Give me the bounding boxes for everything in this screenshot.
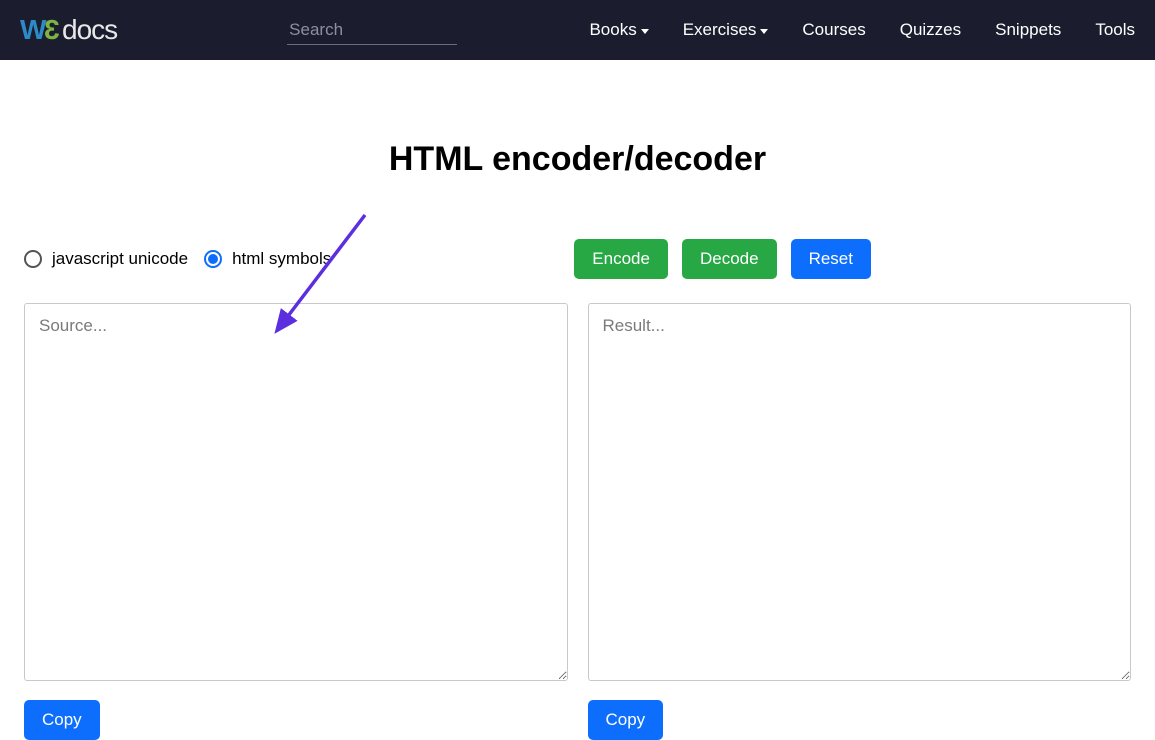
nav-quizzes-label: Quizzes xyxy=(900,20,961,40)
source-textarea[interactable] xyxy=(24,303,568,681)
nav-exercises[interactable]: Exercises xyxy=(683,20,769,40)
action-buttons: Encode Decode Reset xyxy=(574,239,871,279)
result-textarea[interactable] xyxy=(588,303,1132,681)
page-title: HTML encoder/decoder xyxy=(24,140,1131,179)
radio-icon xyxy=(204,250,222,268)
nav-courses[interactable]: Courses xyxy=(802,20,865,40)
radio-html-symbols[interactable]: html symbols xyxy=(204,249,331,269)
navbar: W 3 docs Books Exercises Courses Quizzes… xyxy=(0,0,1155,60)
logo[interactable]: W 3 docs xyxy=(20,14,117,46)
nav-books[interactable]: Books xyxy=(589,20,648,40)
logo-three: 3 xyxy=(45,14,60,46)
radio-dot-icon xyxy=(208,254,218,264)
nav-exercises-label: Exercises xyxy=(683,20,757,40)
radio-group-mode: javascript unicode html symbols xyxy=(24,249,331,269)
nav-snippets-label: Snippets xyxy=(995,20,1061,40)
nav-courses-label: Courses xyxy=(802,20,865,40)
result-pane: Copy xyxy=(588,303,1132,740)
radio-js-unicode[interactable]: javascript unicode xyxy=(24,249,188,269)
copy-result-button[interactable]: Copy xyxy=(588,700,664,740)
nav-links: Books Exercises Courses Quizzes Snippets… xyxy=(589,20,1135,40)
nav-tools[interactable]: Tools xyxy=(1095,20,1135,40)
radio-icon xyxy=(24,250,42,268)
nav-quizzes[interactable]: Quizzes xyxy=(900,20,961,40)
search-wrap xyxy=(287,16,457,45)
chevron-down-icon xyxy=(641,29,649,34)
chevron-down-icon xyxy=(760,29,768,34)
search-input[interactable] xyxy=(287,16,457,45)
radio-html-symbols-label: html symbols xyxy=(232,249,331,269)
nav-books-label: Books xyxy=(589,20,636,40)
decode-button[interactable]: Decode xyxy=(682,239,777,279)
source-pane: Copy xyxy=(24,303,568,740)
reset-button[interactable]: Reset xyxy=(791,239,871,279)
copy-source-button[interactable]: Copy xyxy=(24,700,100,740)
controls-row: javascript unicode html symbols Encode D… xyxy=(24,239,1131,279)
panes: Copy Copy xyxy=(24,303,1131,740)
logo-w: W xyxy=(20,14,45,46)
radio-js-unicode-label: javascript unicode xyxy=(52,249,188,269)
nav-snippets[interactable]: Snippets xyxy=(995,20,1061,40)
main: HTML encoder/decoder javascript unicode … xyxy=(0,140,1155,740)
nav-tools-label: Tools xyxy=(1095,20,1135,40)
logo-docs: docs xyxy=(62,14,117,46)
encode-button[interactable]: Encode xyxy=(574,239,668,279)
